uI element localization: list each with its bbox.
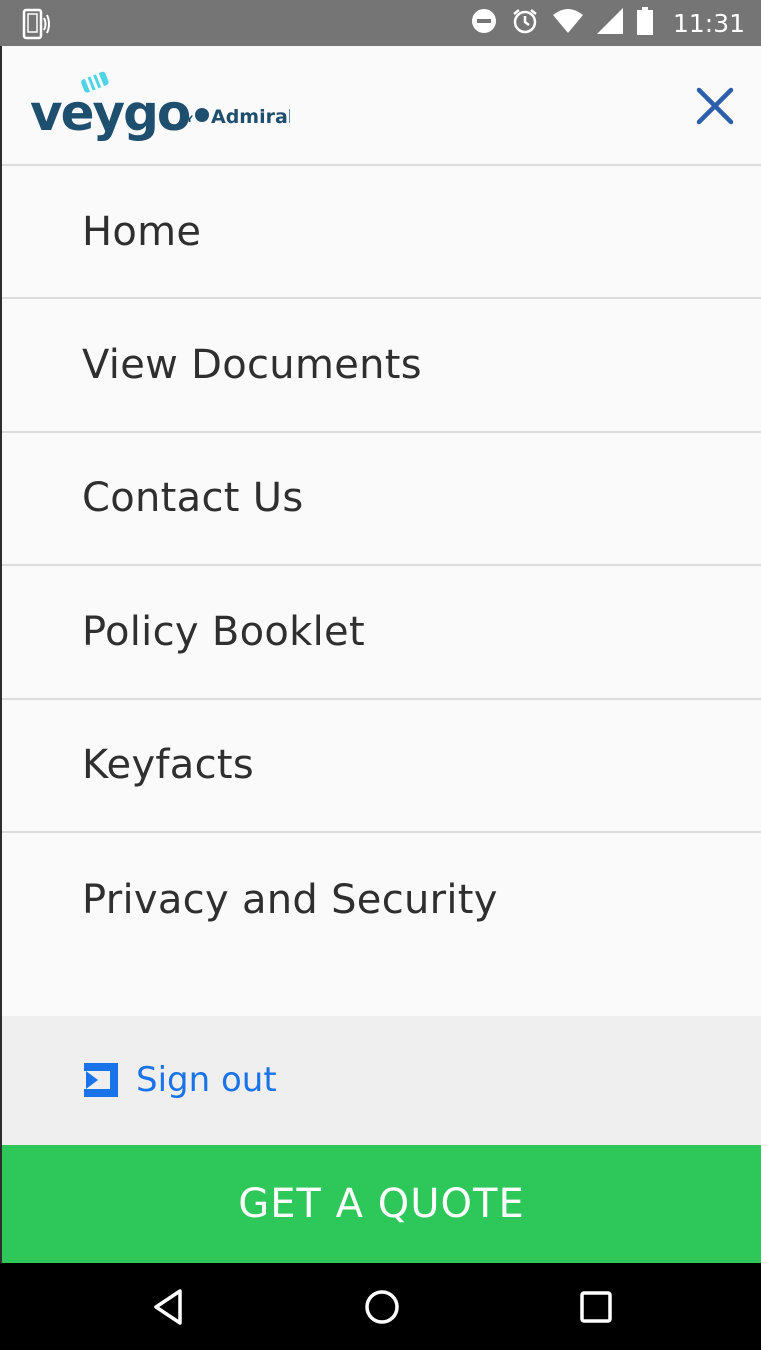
menu-item-label: Home bbox=[82, 208, 202, 255]
do-not-disturb-icon bbox=[471, 8, 497, 38]
status-time: 11:31 bbox=[672, 8, 745, 38]
back-icon bbox=[154, 1289, 182, 1325]
battery-icon bbox=[636, 7, 653, 39]
signout-section: Sign out bbox=[2, 1016, 761, 1145]
menu-item-privacy-and-security[interactable]: Privacy and Security bbox=[2, 833, 761, 966]
get-a-quote-button[interactable]: GET A QUOTE bbox=[2, 1145, 761, 1263]
recents-button[interactable] bbox=[574, 1285, 618, 1329]
menu-item-policy-booklet[interactable]: Policy Booklet bbox=[2, 566, 761, 700]
system-navigation-bar bbox=[0, 1263, 761, 1350]
menu-item-label: Policy Booklet bbox=[82, 608, 365, 655]
back-button[interactable] bbox=[146, 1285, 190, 1329]
home-icon bbox=[365, 1290, 399, 1324]
menu-item-home[interactable]: Home bbox=[2, 166, 761, 300]
svg-text:BY: BY bbox=[180, 115, 193, 125]
navigation-drawer: veygo BY Admiral Home View Documents Con… bbox=[2, 46, 761, 1263]
close-icon bbox=[696, 87, 734, 125]
menu-item-label: View Documents bbox=[82, 342, 422, 389]
veygo-admiral-logo: veygo BY Admiral bbox=[30, 66, 294, 150]
signal-icon bbox=[596, 8, 623, 38]
menu-item-contact-us[interactable]: Contact Us bbox=[2, 433, 761, 567]
wifi-icon bbox=[552, 9, 583, 37]
get-a-quote-label: GET A QUOTE bbox=[238, 1181, 525, 1227]
alarm-icon bbox=[511, 7, 539, 39]
drawer-header: veygo BY Admiral bbox=[2, 46, 761, 166]
sign-out-button[interactable]: Sign out bbox=[84, 1060, 277, 1100]
close-button[interactable] bbox=[693, 84, 737, 128]
sign-out-label: Sign out bbox=[136, 1060, 277, 1100]
logo-wordmark: veygo bbox=[30, 84, 190, 142]
recents-icon bbox=[580, 1291, 612, 1323]
menu-item-view-documents[interactable]: View Documents bbox=[2, 299, 761, 433]
menu-item-label: Contact Us bbox=[82, 475, 304, 522]
logo-partner: Admiral bbox=[211, 106, 290, 128]
menu-item-label: Keyfacts bbox=[82, 742, 255, 789]
menu-item-label: Privacy and Security bbox=[82, 876, 498, 923]
vibrate-phone-icon bbox=[22, 8, 52, 44]
drawer-menu: Home View Documents Contact Us Policy Bo… bbox=[2, 166, 761, 966]
home-button[interactable] bbox=[360, 1285, 404, 1329]
menu-item-keyfacts[interactable]: Keyfacts bbox=[2, 700, 761, 833]
sign-out-icon bbox=[84, 1063, 118, 1097]
status-bar: 11:31 bbox=[0, 0, 761, 46]
